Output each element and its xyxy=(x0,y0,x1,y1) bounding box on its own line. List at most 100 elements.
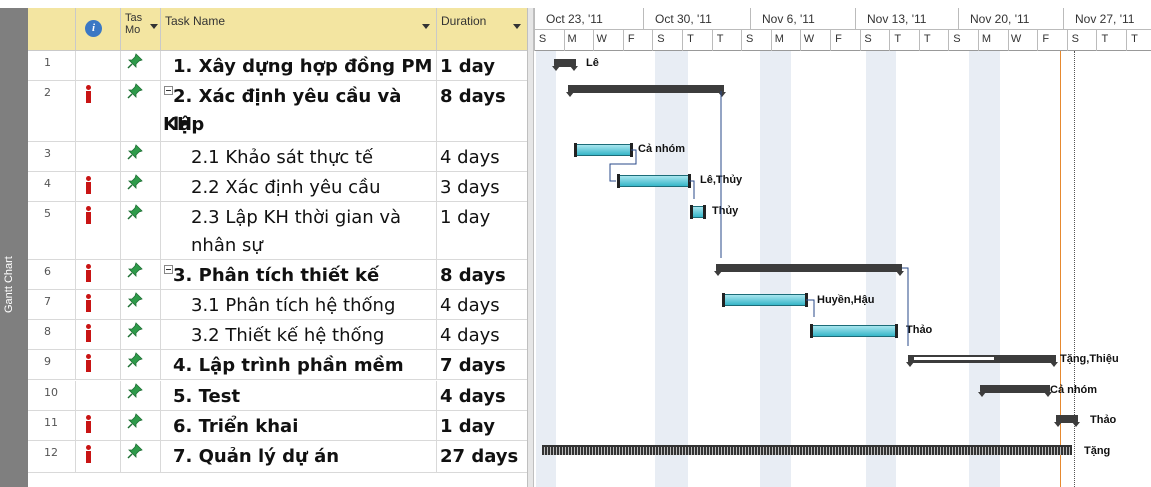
task-name: 2.2 Xác định yêu cầu xyxy=(191,177,381,198)
collapse-toggle[interactable] xyxy=(164,265,173,274)
task-name-cell[interactable]: 2.1 Khảo sát thực tế xyxy=(161,142,437,171)
resource-overallocated-icon[interactable] xyxy=(85,415,93,433)
resource-overallocated-icon[interactable] xyxy=(85,206,93,224)
pin-icon xyxy=(127,383,145,401)
resource-overallocated-icon[interactable] xyxy=(85,176,93,194)
pane-splitter[interactable] xyxy=(527,8,534,487)
table-row[interactable]: 2 2. Xác định yêu cầu và lập KH 8 days xyxy=(28,81,527,142)
duration-cell[interactable]: 4 days xyxy=(437,290,527,319)
row-id-cell[interactable]: 12 xyxy=(28,441,76,472)
row-id-cell[interactable]: 9 xyxy=(28,350,76,379)
task-mode-cell[interactable] xyxy=(121,172,161,201)
task-name-cell[interactable]: 6. Triển khai xyxy=(161,411,437,440)
task-name-cell[interactable]: 2.2 Xác định yêu cầu xyxy=(161,172,437,201)
day-label: T xyxy=(894,33,902,45)
row-id-cell[interactable]: 6 xyxy=(28,260,76,289)
task-duration: 4 days xyxy=(440,386,506,407)
duration-column-header[interactable]: Duration xyxy=(437,8,527,51)
task-mode-cell[interactable] xyxy=(121,51,161,80)
task-name-cell[interactable]: 3. Phân tích thiết kế xyxy=(161,260,437,289)
row-id-cell[interactable]: 10 xyxy=(28,381,76,410)
day-label: T xyxy=(923,33,931,45)
task-mode-cell[interactable] xyxy=(121,381,161,410)
duration-cell[interactable]: 4 days xyxy=(437,381,527,410)
task-mode-cell[interactable] xyxy=(121,320,161,349)
row-id-cell[interactable]: 2 xyxy=(28,81,76,141)
row-id-cell[interactable]: 4 xyxy=(28,172,76,201)
duration-cell[interactable]: 7 days xyxy=(437,350,527,379)
task-name-cell[interactable]: 3.2 Thiết kế hệ thống xyxy=(161,320,437,349)
table-row[interactable]: 11 6. Triển khai 1 day xyxy=(28,411,527,441)
task-mode-column-header[interactable]: Tas Mo xyxy=(121,8,161,51)
table-row[interactable]: 4 2.2 Xác định yêu cầu 3 days xyxy=(28,172,527,202)
task-name-cell[interactable]: 5. Test xyxy=(161,381,437,410)
resource-overallocated-icon[interactable] xyxy=(85,445,93,463)
row-id-cell[interactable]: 11 xyxy=(28,411,76,440)
table-row[interactable]: 10 5. Test 4 days xyxy=(28,381,527,411)
week-label: Nov 20, '11 xyxy=(970,12,1030,26)
duration-cell[interactable]: 1 day xyxy=(437,202,527,259)
duration-cell[interactable]: 8 days xyxy=(437,260,527,289)
pin-icon xyxy=(127,174,145,192)
day-label: T xyxy=(1101,33,1109,45)
duration-cell[interactable]: 27 days xyxy=(437,441,527,472)
pin-icon xyxy=(127,262,145,280)
resource-overallocated-icon[interactable] xyxy=(85,264,93,282)
pin-icon xyxy=(127,53,145,71)
resource-overallocated-icon[interactable] xyxy=(85,324,93,342)
task-name: 2.1 Khảo sát thực tế xyxy=(191,147,374,168)
resource-overallocated-icon[interactable] xyxy=(85,294,93,312)
row-id-cell[interactable]: 1 xyxy=(28,51,76,80)
duration-cell[interactable]: 8 days xyxy=(437,81,527,141)
day-label: W xyxy=(1010,33,1022,45)
row-id-cell[interactable]: 3 xyxy=(28,142,76,171)
duration-cell[interactable]: 4 days xyxy=(437,142,527,171)
table-row[interactable]: 9 4. Lập trình phần mềm 7 days xyxy=(28,350,527,380)
task-name: 3. Phân tích thiết kế xyxy=(173,265,380,286)
day-label: S xyxy=(746,33,754,45)
collapse-toggle[interactable] xyxy=(164,86,173,95)
table-row[interactable]: 8 3.2 Thiết kế hệ thống 4 days xyxy=(28,320,527,350)
row-id-cell[interactable]: 8 xyxy=(28,320,76,349)
task-mode-cell[interactable] xyxy=(121,142,161,171)
task-mode-cell[interactable] xyxy=(121,411,161,440)
table-row[interactable]: 5 2.3 Lập KH thời gian và nhân sự 1 day xyxy=(28,202,527,260)
view-bar[interactable]: Gantt Chart xyxy=(0,8,28,487)
duration-cell[interactable]: 1 day xyxy=(437,411,527,440)
resource-overallocated-icon[interactable] xyxy=(85,354,93,372)
task-name-cell[interactable]: 2. Xác định yêu cầu và lập KH xyxy=(161,81,437,141)
table-row[interactable]: 7 3.1 Phân tích hệ thống 4 days xyxy=(28,290,527,320)
table-row[interactable]: 6 3. Phân tích thiết kế 8 days xyxy=(28,260,527,290)
task-mode-cell[interactable] xyxy=(121,350,161,379)
indicators-column-header[interactable]: i xyxy=(76,8,121,51)
table-row[interactable]: 1 1. Xây dựng hợp đồng PM 1 day xyxy=(28,51,527,81)
table-row[interactable]: 3 2.1 Khảo sát thực tế 4 days xyxy=(28,142,527,172)
chevron-down-icon[interactable] xyxy=(150,24,158,29)
pin-icon xyxy=(127,352,145,370)
row-id-cell[interactable]: 5 xyxy=(28,202,76,259)
task-name-cell[interactable]: 3.1 Phân tích hệ thống xyxy=(161,290,437,319)
view-bar-label: Gantt Chart xyxy=(3,256,15,313)
day-label: M xyxy=(774,33,784,45)
task-mode-cell[interactable] xyxy=(121,441,161,472)
task-mode-cell[interactable] xyxy=(121,260,161,289)
table-row[interactable]: 12 7. Quản lý dự án 27 days xyxy=(28,441,527,473)
resource-overallocated-icon[interactable] xyxy=(85,85,93,103)
chevron-down-icon[interactable] xyxy=(422,24,430,29)
duration-cell[interactable]: 1 day xyxy=(437,51,527,80)
select-all-corner[interactable] xyxy=(28,8,76,51)
task-name-cell[interactable]: 4. Lập trình phần mềm xyxy=(161,350,437,379)
task-name-column-header[interactable]: Task Name xyxy=(161,8,437,51)
task-name-cell[interactable]: 1. Xây dựng hợp đồng PM xyxy=(161,51,437,80)
task-mode-cell[interactable] xyxy=(121,202,161,259)
task-name-cell[interactable]: 2.3 Lập KH thời gian và nhân sự xyxy=(161,202,437,259)
duration-cell[interactable]: 4 days xyxy=(437,320,527,349)
day-label: W xyxy=(803,33,815,45)
indicator-cell xyxy=(76,51,121,80)
chevron-down-icon[interactable] xyxy=(513,24,521,29)
task-mode-cell[interactable] xyxy=(121,290,161,319)
row-id-cell[interactable]: 7 xyxy=(28,290,76,319)
task-name-cell[interactable]: 7. Quản lý dự án xyxy=(161,441,437,472)
task-mode-cell[interactable] xyxy=(121,81,161,141)
duration-cell[interactable]: 3 days xyxy=(437,172,527,201)
